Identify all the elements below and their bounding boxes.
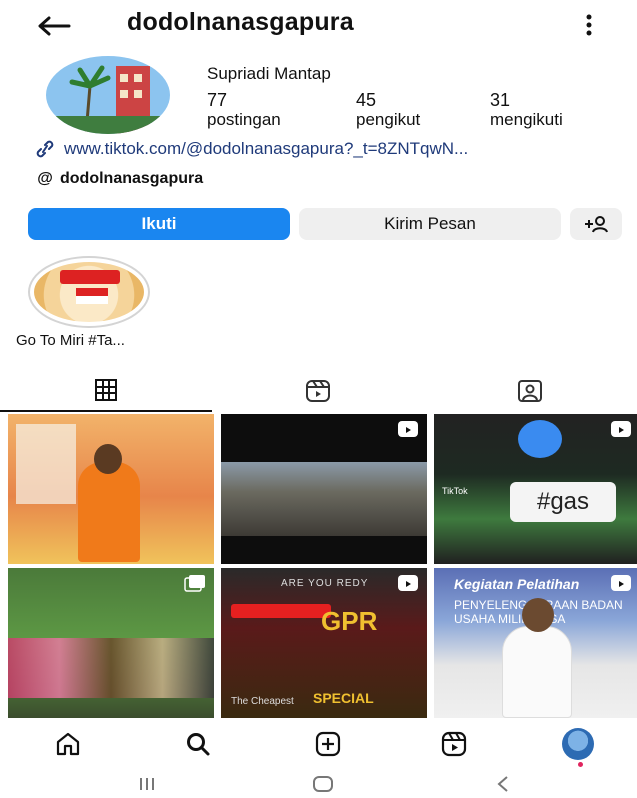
- more-options-button[interactable]: [576, 10, 602, 40]
- chevron-left-icon: [497, 776, 508, 792]
- home-icon: [56, 732, 80, 756]
- cheapest-text: The Cheapest: [231, 696, 294, 707]
- home-square-icon: [313, 776, 333, 792]
- reel-badge-icon: [611, 421, 631, 437]
- gpr-text: GPR: [321, 606, 378, 636]
- stat-following-label: mengikuti: [490, 110, 563, 129]
- system-navigation: [0, 770, 637, 798]
- recents-icon: [140, 778, 154, 790]
- arrow-left-icon: [38, 16, 71, 36]
- profile-link[interactable]: www.tiktok.com/@dodolnanasgapura?_t=8ZNT…: [34, 139, 468, 159]
- nav-profile[interactable]: [560, 728, 596, 767]
- stat-following[interactable]: 31 mengikuti: [490, 90, 563, 130]
- back-button[interactable]: [34, 10, 74, 42]
- tab-grid[interactable]: [0, 370, 212, 412]
- follow-button[interactable]: Ikuti: [28, 208, 290, 240]
- tab-tagged[interactable]: [424, 370, 636, 412]
- recents-button[interactable]: [132, 772, 162, 796]
- add-post-icon: [315, 731, 341, 757]
- tab-reels[interactable]: [212, 370, 424, 412]
- post-thumbnail[interactable]: [8, 414, 214, 564]
- threads-badge[interactable]: @ dodolnanasgapura: [36, 170, 203, 188]
- nav-home[interactable]: [50, 728, 86, 760]
- stat-followers-count: 45: [356, 90, 377, 110]
- reels-icon: [306, 380, 330, 402]
- search-icon: [187, 733, 210, 756]
- profile-avatar: [562, 728, 594, 760]
- post-thumbnail[interactable]: [221, 414, 427, 564]
- nav-search[interactable]: [180, 728, 216, 760]
- training-title: Kegiatan Pelatihan: [454, 576, 580, 592]
- reels-icon: [441, 731, 467, 757]
- reel-badge-icon: [398, 575, 418, 591]
- add-user-button[interactable]: [570, 208, 622, 240]
- reel-badge-icon: [611, 575, 631, 591]
- special-text: SPECIAL: [313, 690, 374, 706]
- hashtag-overlay: #gas: [510, 482, 616, 522]
- story-highlight[interactable]: [28, 256, 150, 328]
- home-system-button[interactable]: [308, 772, 338, 796]
- profile-avatar[interactable]: [46, 56, 170, 134]
- nav-create[interactable]: [310, 728, 346, 760]
- threads-icon: @: [37, 170, 53, 187]
- top-bar: dodolnanasgapura: [0, 0, 637, 50]
- profile-link-text: www.tiktok.com/@dodolnanasgapura?_t=8ZNT…: [64, 139, 469, 158]
- post-thumbnail[interactable]: [8, 568, 214, 718]
- carousel-badge-icon: [184, 575, 205, 592]
- post-thumbnail[interactable]: ARE YOU REDY GPR The Cheapest SPECIAL: [221, 568, 427, 718]
- stat-posts[interactable]: 77 postingan: [207, 90, 281, 130]
- profile-display-name: Supriadi Mantap: [207, 64, 331, 83]
- stat-followers-label: pengikut: [356, 110, 421, 129]
- tiktok-watermark: TikTok: [442, 486, 468, 496]
- reel-badge-icon: [398, 421, 418, 437]
- posts-grid: TikTok #gas ARE YOU REDY GPR The Cheapes…: [8, 414, 637, 718]
- profile-username: dodolnanasgapura: [127, 8, 354, 36]
- highlight-cover: [34, 262, 144, 322]
- stat-followers[interactable]: 45 pengikut: [356, 90, 420, 130]
- more-vertical-icon: [586, 14, 592, 36]
- message-button[interactable]: Kirim Pesan: [299, 208, 561, 240]
- post-thumbnail[interactable]: Kegiatan Pelatihan PENYELENGGARAAN BADAN…: [434, 568, 637, 718]
- back-system-button[interactable]: [488, 772, 518, 796]
- post-thumbnail[interactable]: TikTok #gas: [434, 414, 637, 564]
- notification-dot: [578, 762, 583, 767]
- nav-reels[interactable]: [436, 728, 472, 760]
- link-icon: [36, 140, 54, 158]
- stat-posts-count: 77: [207, 90, 228, 110]
- profile-photo: [46, 56, 170, 134]
- add-user-icon: [585, 216, 608, 233]
- stat-following-count: 31: [490, 90, 511, 110]
- grid-icon: [95, 379, 117, 401]
- bottom-navigation: [0, 722, 637, 767]
- highlight-label: Go To Miri #Ta...: [16, 332, 125, 349]
- ready-text: ARE YOU REDY: [281, 578, 369, 589]
- thumbs-up-icon: [518, 420, 562, 458]
- profile-tabs: [0, 370, 637, 412]
- tagged-icon: [518, 380, 542, 402]
- threads-username: dodolnanasgapura: [60, 170, 204, 187]
- stat-posts-label: postingan: [207, 110, 281, 129]
